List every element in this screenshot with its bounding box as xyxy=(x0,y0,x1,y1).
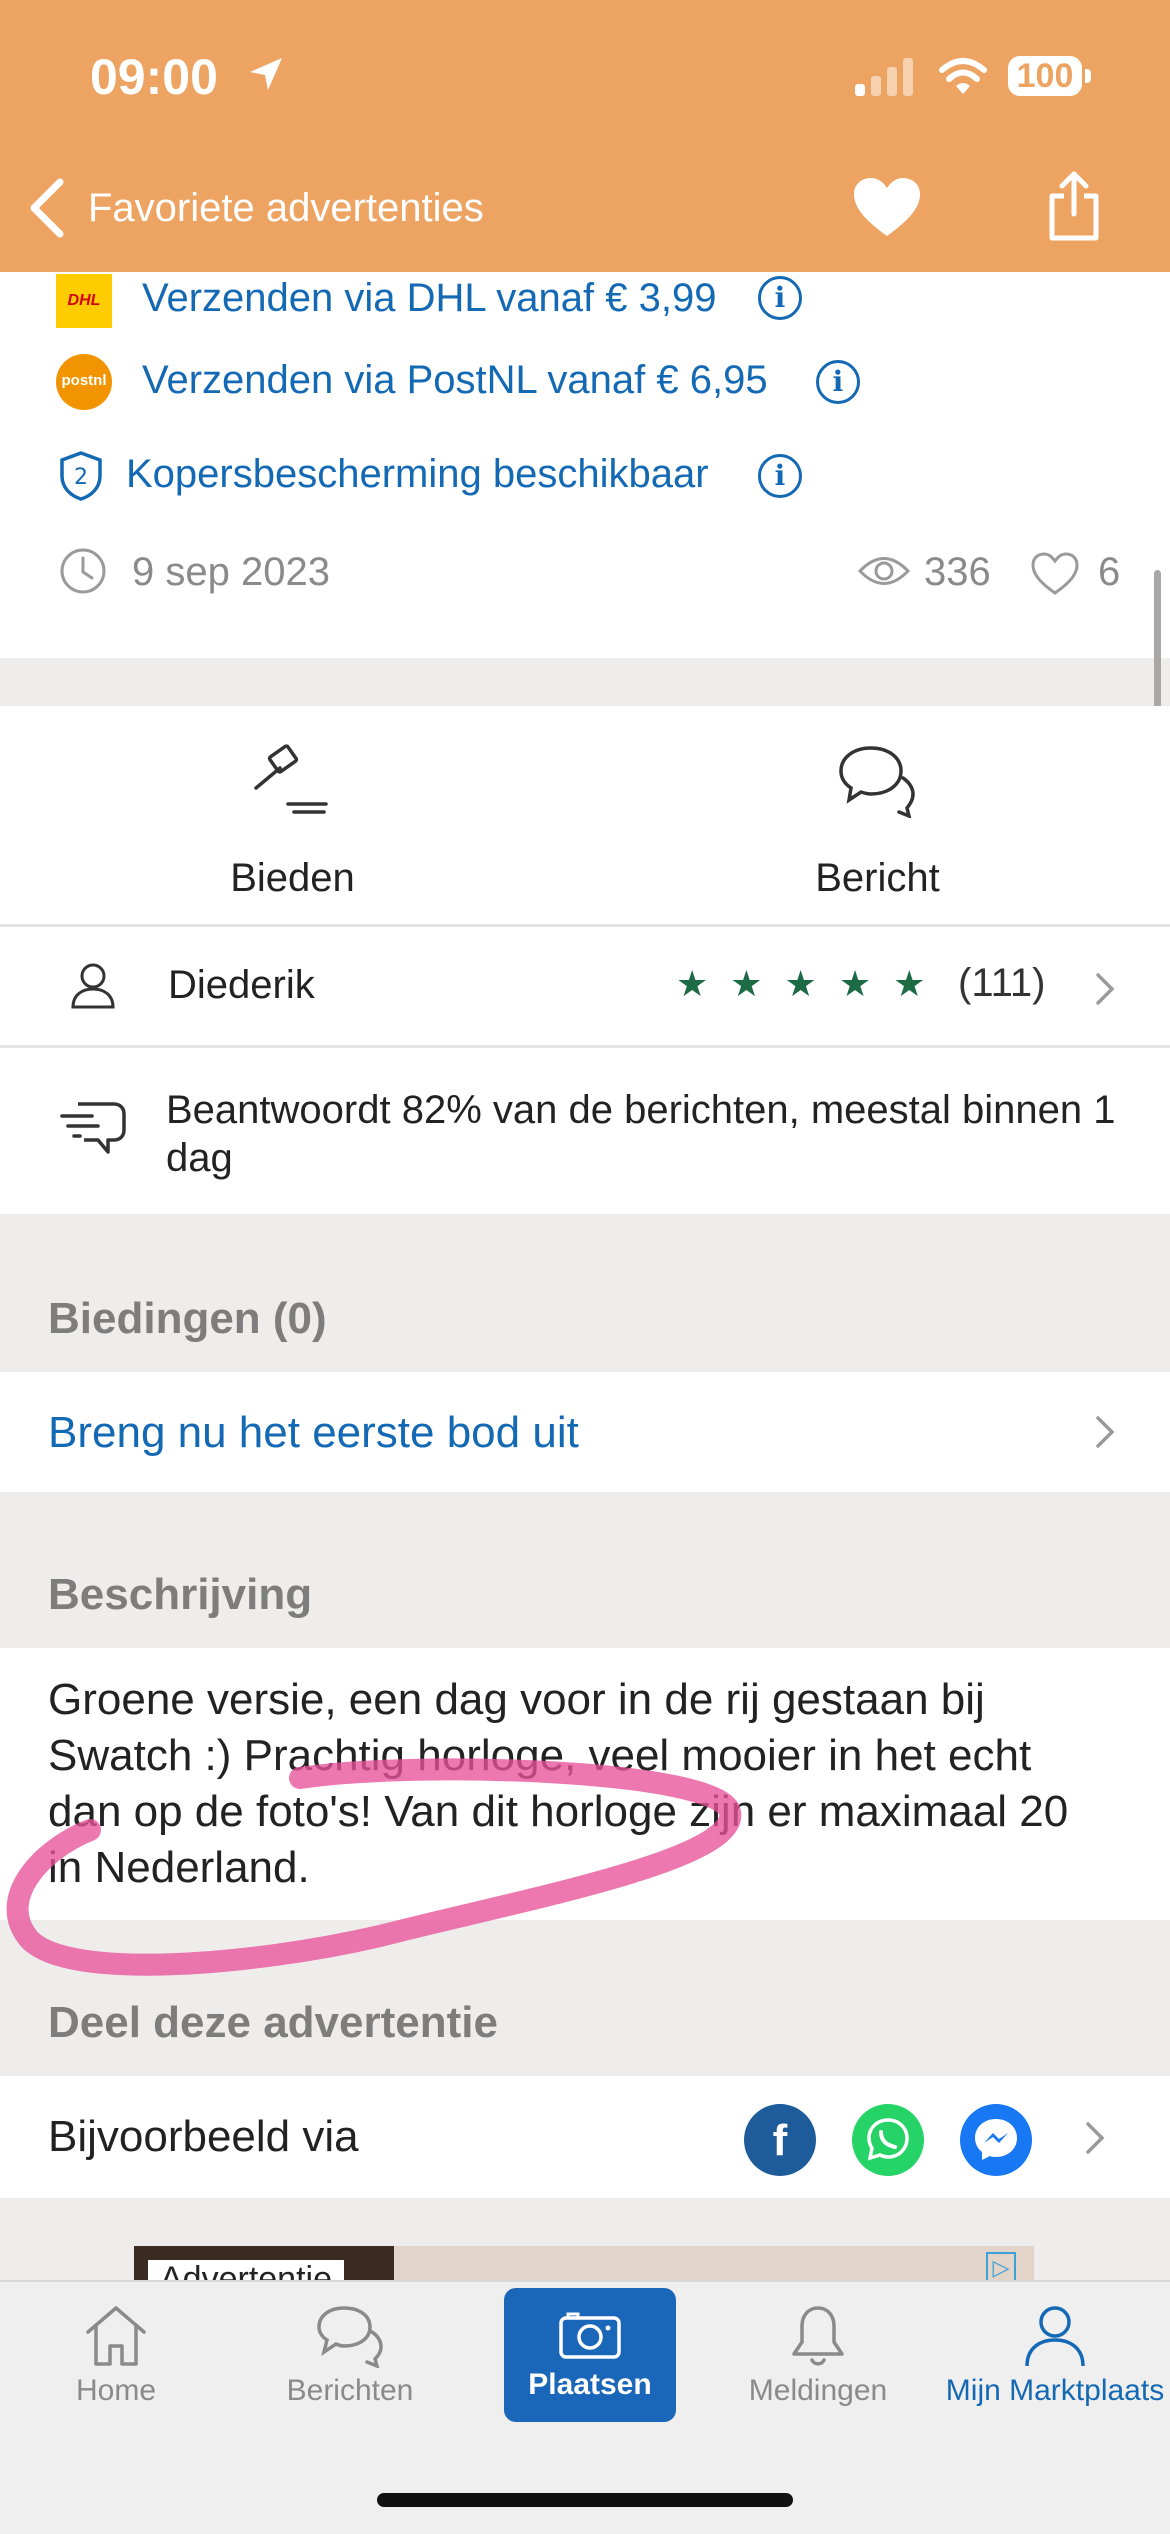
location-arrow-icon xyxy=(250,58,282,90)
response-row: Beantwoordt 82% van de berichten, meesta… xyxy=(0,1048,1170,1214)
battery-tip xyxy=(1085,69,1091,83)
shipping-postnl-link[interactable]: Verzenden via PostNL vanaf € 6,95 xyxy=(142,358,768,403)
info-icon[interactable]: i xyxy=(758,454,802,498)
shipping-dhl-link[interactable]: Verzenden via DHL vanaf € 3,99 xyxy=(142,276,716,321)
ad-banner[interactable]: Advertentie ▷ xyxy=(134,2246,1034,2282)
bids-title: Biedingen (0) xyxy=(48,1294,327,1343)
tab-label: Berichten xyxy=(286,2374,414,2407)
place-first-bid-link[interactable]: Breng nu het eerste bod uit xyxy=(48,1408,579,1458)
view-count: 336 xyxy=(924,550,991,594)
info-icon[interactable]: i xyxy=(758,276,802,320)
eye-icon xyxy=(858,557,910,585)
signal-icon xyxy=(855,58,913,96)
chevron-right-icon xyxy=(1096,1416,1115,1448)
favorite-heart-icon[interactable] xyxy=(852,176,922,240)
user-icon xyxy=(1025,2306,1085,2367)
tab-mijn-marktplaats[interactable]: Mijn Marktplaats xyxy=(940,2282,1170,2408)
listing-info-card: DHL Verzenden via DHL vanaf € 3,99 i pos… xyxy=(0,272,1170,658)
heart-outline-icon xyxy=(1031,552,1079,595)
tab-home[interactable]: Home xyxy=(26,2282,206,2408)
adchoices-icon[interactable]: ▷ xyxy=(986,2252,1016,2282)
home-indicator xyxy=(377,2493,793,2507)
battery-indicator: 100 xyxy=(1008,56,1082,96)
seller-name: Diederik xyxy=(168,963,315,1007)
tab-label: Meldingen xyxy=(748,2374,888,2407)
annotation-highlight xyxy=(6,1758,742,1976)
bell-icon xyxy=(792,2306,844,2366)
bid-label: Bieden xyxy=(230,856,355,900)
status-time: 09:00 xyxy=(90,49,218,105)
share-row: Bijvoorbeeld via f xyxy=(0,2076,1170,2198)
response-text: Beantwoordt 82% van de berichten, meesta… xyxy=(166,1088,1116,1180)
tab-label: Home xyxy=(75,2374,157,2407)
tab-meldingen[interactable]: Meldingen xyxy=(728,2282,908,2408)
user-icon xyxy=(71,963,115,1009)
seller-rating-stars: ★★★★★ xyxy=(676,963,948,1004)
share-title: Deel deze advertentie xyxy=(48,1998,498,2047)
listing-date: 9 sep 2023 xyxy=(132,550,330,594)
messenger-icon[interactable] xyxy=(960,2104,1032,2176)
tab-label: Mijn Marktplaats xyxy=(945,2374,1165,2407)
tab-berichten[interactable]: Berichten xyxy=(260,2282,440,2408)
wifi-icon xyxy=(939,58,987,94)
share-label: Bijvoorbeeld via xyxy=(48,2112,359,2161)
place-first-bid-row[interactable]: Breng nu het eerste bod uit xyxy=(0,1372,1170,1492)
app-header: 09:00 100 Favoriete advertenties xyxy=(0,0,1170,272)
facebook-icon[interactable]: f xyxy=(744,2104,816,2176)
info-icon[interactable]: i xyxy=(816,360,860,404)
chat-speed-icon xyxy=(60,1102,126,1154)
clock-icon xyxy=(60,548,106,594)
chevron-right-icon xyxy=(1096,973,1115,1005)
description-title: Beschrijving xyxy=(48,1570,313,1619)
chat-bubbles-icon xyxy=(839,746,915,818)
svg-text:2: 2 xyxy=(74,465,88,490)
ad-label: Advertentie xyxy=(148,2260,344,2282)
back-chevron-icon[interactable] xyxy=(22,172,72,242)
tab-plaatsen[interactable]: Plaatsen xyxy=(504,2288,676,2422)
gavel-icon xyxy=(254,744,328,814)
whatsapp-icon[interactable] xyxy=(852,2104,924,2176)
bid-button[interactable]: Bieden xyxy=(0,706,585,924)
dhl-logo: DHL xyxy=(56,274,112,328)
message-label: Bericht xyxy=(815,856,940,900)
chat-icon xyxy=(317,2306,383,2368)
rating-count: (111) xyxy=(958,961,1046,1005)
share-icon[interactable] xyxy=(1046,170,1102,242)
message-button[interactable]: Bericht xyxy=(585,706,1170,924)
actions-card: Bieden Bericht xyxy=(0,706,1170,924)
chevron-right-icon xyxy=(1086,2122,1105,2154)
home-icon xyxy=(86,2306,146,2366)
tab-label: Plaatsen xyxy=(528,2368,652,2401)
buyer-protection-link[interactable]: Kopersbescherming beschikbaar xyxy=(126,452,709,497)
postnl-logo: postnl xyxy=(56,354,112,410)
seller-row[interactable]: Diederik ★★★★★ (111) xyxy=(0,927,1170,1045)
shield-icon: 2 xyxy=(60,451,102,501)
nav-title[interactable]: Favoriete advertenties xyxy=(88,186,484,231)
favorite-count: 6 xyxy=(1098,550,1121,594)
camera-icon xyxy=(559,2312,621,2359)
